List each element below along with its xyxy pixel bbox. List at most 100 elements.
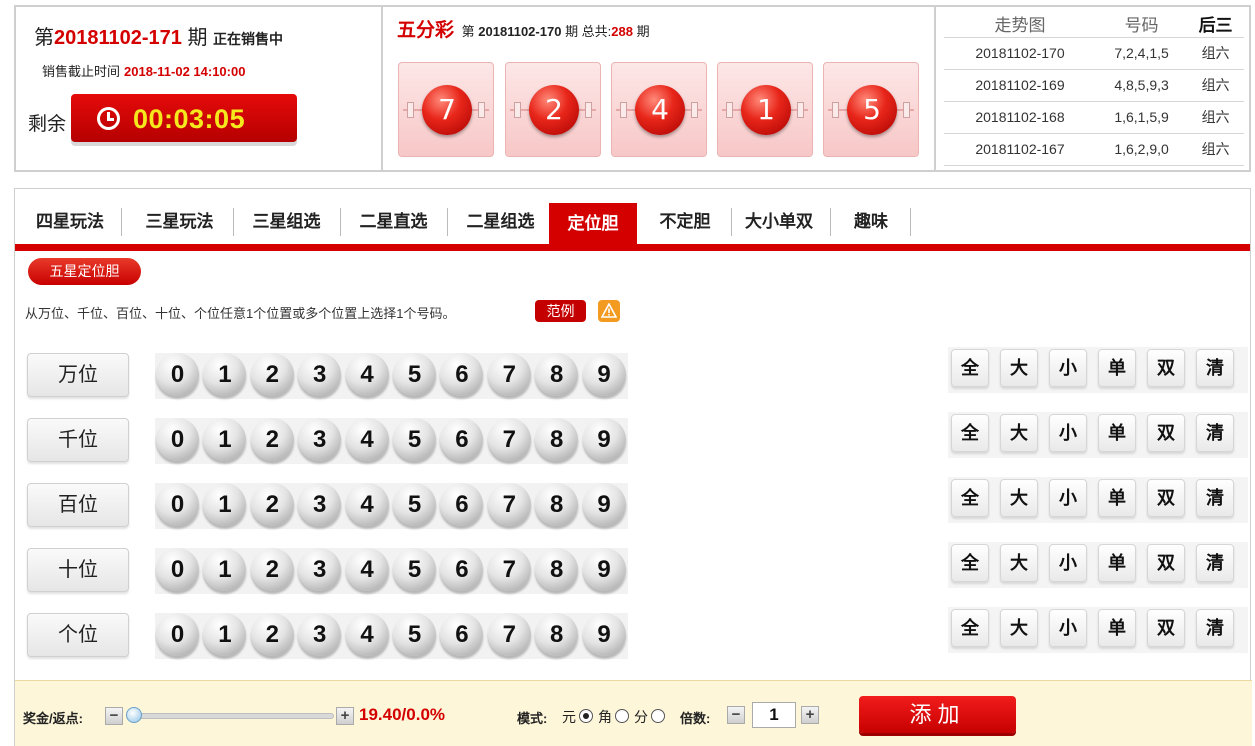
number-ball[interactable]: 1 [203, 418, 247, 461]
rebate-slider-handle[interactable] [126, 707, 142, 723]
mode-jiao-radio[interactable] [615, 709, 629, 723]
number-ball[interactable]: 3 [298, 548, 342, 591]
warning-icon[interactable] [598, 300, 620, 322]
tab-play-type[interactable]: 定位胆 [549, 203, 637, 244]
number-ball[interactable]: 5 [393, 353, 436, 396]
quick-select-button[interactable]: 全 [951, 479, 989, 517]
number-ball[interactable]: 2 [250, 548, 294, 591]
number-ball[interactable]: 9 [582, 353, 626, 396]
quick-select-button[interactable]: 双 [1147, 414, 1185, 452]
number-ball[interactable]: 8 [535, 353, 579, 396]
number-ball[interactable]: 9 [582, 418, 626, 461]
multiplier-input[interactable]: 1 [752, 702, 796, 728]
quick-select-button[interactable]: 全 [951, 609, 989, 647]
quick-select-button[interactable]: 单 [1098, 414, 1136, 452]
tab-play-type[interactable]: 二星直选 [346, 199, 441, 244]
quick-select-button[interactable]: 小 [1049, 349, 1087, 387]
number-ball[interactable]: 2 [250, 613, 294, 656]
number-ball[interactable]: 1 [203, 548, 247, 591]
quick-select-button[interactable]: 大 [1000, 349, 1038, 387]
number-ball[interactable]: 3 [298, 353, 342, 396]
tab-play-type[interactable]: 趣味 [838, 199, 904, 244]
number-ball[interactable]: 4 [345, 483, 389, 526]
number-ball[interactable]: 7 [487, 613, 531, 656]
number-ball[interactable]: 8 [535, 418, 579, 461]
number-ball[interactable]: 6 [440, 418, 484, 461]
number-ball[interactable]: 0 [156, 613, 199, 656]
number-ball[interactable]: 8 [535, 613, 579, 656]
number-ball[interactable]: 6 [440, 483, 484, 526]
quick-select-button[interactable]: 清 [1196, 544, 1234, 582]
tab-play-type[interactable]: 大小单双 [734, 199, 824, 244]
quick-select-button[interactable]: 小 [1049, 544, 1087, 582]
number-ball[interactable]: 4 [345, 613, 389, 656]
multiplier-decrease-button[interactable]: − [727, 706, 745, 724]
example-button[interactable]: 范例 [535, 300, 586, 322]
quick-select-button[interactable]: 单 [1098, 609, 1136, 647]
tab-play-type[interactable]: 不定胆 [645, 199, 725, 244]
quick-select-button[interactable]: 全 [951, 349, 989, 387]
number-ball[interactable]: 6 [440, 353, 484, 396]
number-ball[interactable]: 1 [203, 483, 247, 526]
rebate-decrease-button[interactable]: − [105, 707, 123, 725]
multiplier-increase-button[interactable]: + [801, 706, 819, 724]
position-label-button[interactable]: 千位 [27, 418, 129, 462]
number-ball[interactable]: 5 [393, 483, 436, 526]
number-ball[interactable]: 3 [298, 613, 342, 656]
number-ball[interactable]: 6 [440, 548, 484, 591]
quick-select-button[interactable]: 小 [1049, 414, 1087, 452]
quick-select-button[interactable]: 全 [951, 414, 989, 452]
position-label-button[interactable]: 百位 [27, 483, 129, 527]
number-ball[interactable]: 4 [345, 353, 389, 396]
mode-fen-radio[interactable] [651, 709, 665, 723]
quick-select-button[interactable]: 单 [1098, 544, 1136, 582]
trend-chart-header[interactable]: 走势图 [944, 11, 1096, 38]
number-ball[interactable]: 6 [440, 613, 484, 656]
add-bet-button[interactable]: 添加 [859, 696, 1016, 733]
quick-select-button[interactable]: 清 [1196, 349, 1234, 387]
quick-select-button[interactable]: 大 [1000, 479, 1038, 517]
number-ball[interactable]: 9 [582, 548, 626, 591]
rebate-increase-button[interactable]: + [336, 707, 354, 725]
rebate-slider-track[interactable] [132, 713, 334, 719]
number-ball[interactable]: 9 [582, 483, 626, 526]
number-ball[interactable]: 1 [203, 613, 247, 656]
number-ball[interactable]: 0 [156, 548, 199, 591]
quick-select-button[interactable]: 小 [1049, 479, 1087, 517]
number-ball[interactable]: 7 [487, 353, 531, 396]
quick-select-button[interactable]: 大 [1000, 609, 1038, 647]
number-ball[interactable]: 7 [487, 418, 531, 461]
number-ball[interactable]: 1 [203, 353, 247, 396]
quick-select-button[interactable]: 双 [1147, 544, 1185, 582]
quick-select-button[interactable]: 双 [1147, 609, 1185, 647]
quick-select-button[interactable]: 小 [1049, 609, 1087, 647]
quick-select-button[interactable]: 大 [1000, 414, 1038, 452]
number-ball[interactable]: 4 [345, 418, 389, 461]
number-ball[interactable]: 2 [250, 353, 294, 396]
number-ball[interactable]: 5 [393, 548, 436, 591]
number-ball[interactable]: 5 [393, 613, 436, 656]
mode-yuan-radio[interactable] [579, 709, 593, 723]
quick-select-button[interactable]: 双 [1147, 349, 1185, 387]
number-ball[interactable]: 5 [393, 418, 436, 461]
number-ball[interactable]: 2 [250, 483, 294, 526]
tab-play-type[interactable]: 四星玩法 [25, 199, 115, 244]
quick-select-button[interactable]: 全 [951, 544, 989, 582]
number-ball[interactable]: 0 [156, 483, 199, 526]
quick-select-button[interactable]: 大 [1000, 544, 1038, 582]
number-ball[interactable]: 2 [250, 418, 294, 461]
number-ball[interactable]: 7 [487, 548, 531, 591]
number-ball[interactable]: 8 [535, 548, 579, 591]
quick-select-button[interactable]: 双 [1147, 479, 1185, 517]
tab-play-type[interactable]: 三星玩法 [132, 199, 227, 244]
number-ball[interactable]: 0 [156, 353, 199, 396]
number-ball[interactable]: 3 [298, 483, 342, 526]
quick-select-button[interactable]: 清 [1196, 414, 1234, 452]
number-ball[interactable]: 3 [298, 418, 342, 461]
position-label-button[interactable]: 个位 [27, 613, 129, 657]
quick-select-button[interactable]: 单 [1098, 479, 1136, 517]
quick-select-button[interactable]: 清 [1196, 609, 1234, 647]
quick-select-button[interactable]: 单 [1098, 349, 1136, 387]
number-ball[interactable]: 7 [487, 483, 531, 526]
position-label-button[interactable]: 十位 [27, 548, 129, 592]
